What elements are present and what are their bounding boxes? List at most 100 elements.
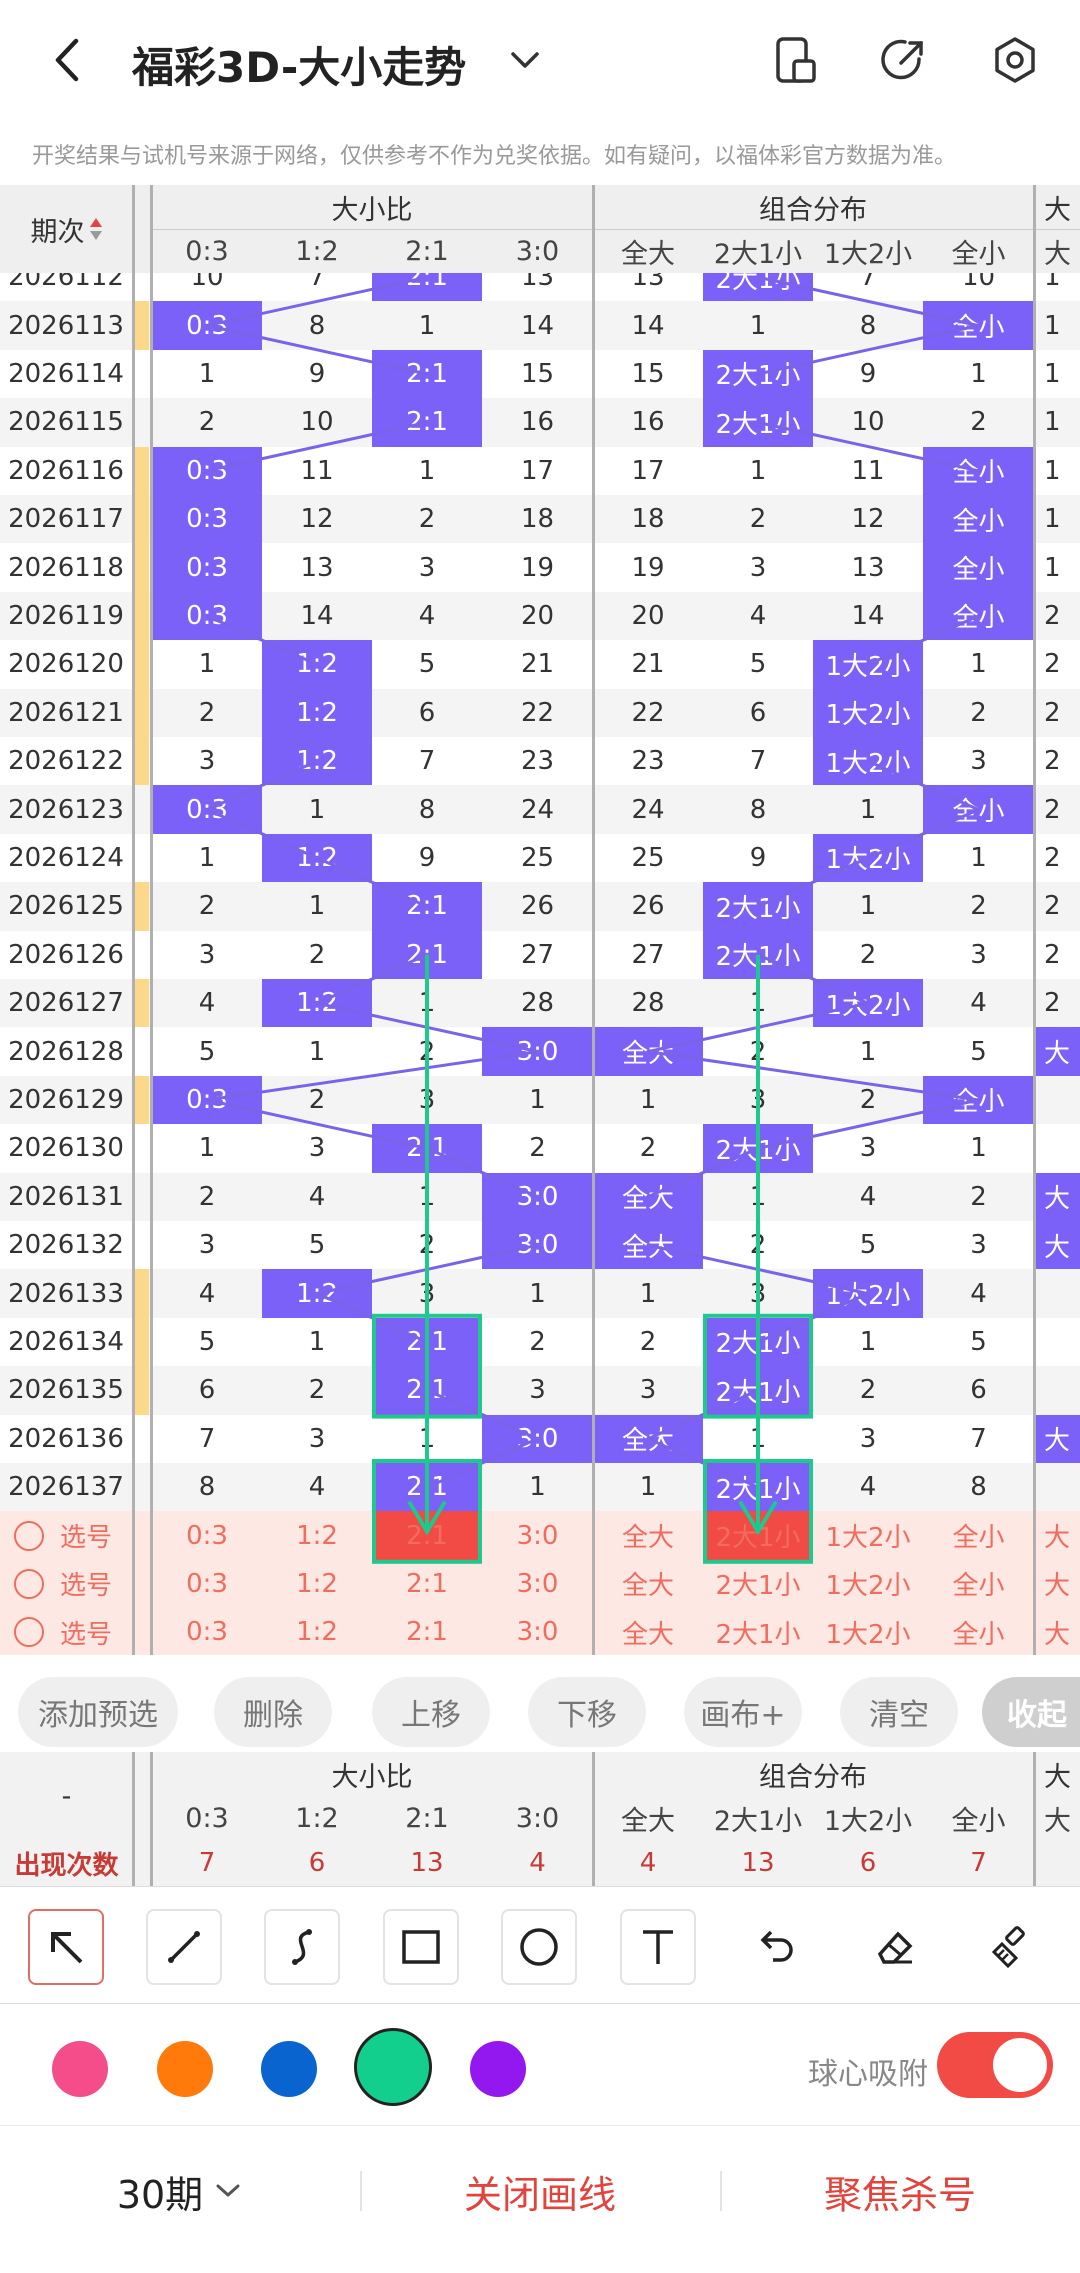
collapse-button[interactable]: 收起 <box>982 1677 1080 1747</box>
miss-count-cell[interactable]: 2 <box>593 1318 703 1366</box>
miss-count-cell[interactable]: 5 <box>262 1221 372 1269</box>
period-select[interactable]: 30期 <box>80 2126 280 2256</box>
miss-count-cell[interactable]: 1 <box>813 882 923 930</box>
miss-count-cell[interactable]: 1 <box>372 1415 482 1463</box>
hit-cell[interactable]: 2:1 <box>372 882 482 931</box>
miss-count-cell[interactable]: 27 <box>593 931 703 979</box>
miss-count-cell[interactable]: 3 <box>703 1076 813 1124</box>
hit-cell[interactable]: 3:0 <box>482 1027 593 1076</box>
pick-option-cell[interactable]: 1大2小 <box>813 1560 923 1608</box>
miss-count-cell[interactable]: 1 <box>262 882 372 930</box>
hit-cell[interactable]: 2大1小 <box>703 1366 813 1415</box>
miss-count-cell[interactable]: 2 <box>703 1221 813 1269</box>
miss-count-cell[interactable]: 7 <box>813 273 923 301</box>
miss-count-cell[interactable]: 15 <box>593 350 703 398</box>
miss-count-cell[interactable]: 13 <box>593 273 703 301</box>
hit-cell[interactable]: 1:2 <box>262 640 372 689</box>
miss-count-cell[interactable] <box>1034 1318 1080 1366</box>
miss-count-cell[interactable]: 7 <box>372 737 482 785</box>
miss-count-cell[interactable]: 27 <box>482 931 593 979</box>
miss-count-cell[interactable]: 2 <box>1034 979 1080 1027</box>
trend-chart[interactable]: 期次 大小比 组合分布 大 0:3 1:2 2:1 3:0 全大 2大1小 1大2小 全小大 … <box>0 185 1080 1655</box>
color-swatch[interactable] <box>52 2041 108 2097</box>
miss-count-cell[interactable]: 3 <box>152 1221 262 1269</box>
miss-count-cell[interactable]: 3 <box>593 1366 703 1414</box>
color-swatch[interactable] <box>354 2028 432 2106</box>
miss-count-cell[interactable]: 2 <box>923 882 1034 930</box>
miss-count-cell[interactable]: 19 <box>482 543 593 591</box>
move-down-button[interactable]: 下移 <box>528 1677 646 1747</box>
miss-count-cell[interactable]: 1 <box>1034 495 1080 543</box>
hit-cell[interactable]: 1:2 <box>262 833 372 883</box>
radio-circle-icon[interactable] <box>14 1568 44 1599</box>
miss-count-cell[interactable]: 1 <box>923 640 1034 688</box>
miss-count-cell[interactable]: 3 <box>262 1124 372 1172</box>
miss-count-cell[interactable]: 16 <box>593 398 703 446</box>
miss-count-cell[interactable]: 1 <box>703 301 813 349</box>
miss-count-cell[interactable]: 2 <box>152 882 262 930</box>
miss-count-cell[interactable]: 4 <box>923 1269 1034 1317</box>
hit-cell[interactable]: 0:3 <box>152 495 262 544</box>
pick-option-cell[interactable]: 全小 <box>923 1608 1034 1655</box>
miss-count-cell[interactable]: 2 <box>1034 882 1080 930</box>
miss-count-cell[interactable]: 3 <box>152 931 262 979</box>
brush-clear-icon[interactable] <box>975 1909 1051 1985</box>
pick-option-cell[interactable]: 3:0 <box>482 1608 593 1655</box>
miss-count-cell[interactable]: 25 <box>482 834 593 882</box>
miss-count-cell[interactable]: 2 <box>482 1124 593 1172</box>
miss-count-cell[interactable]: 13 <box>813 543 923 591</box>
miss-count-cell[interactable]: 2 <box>262 1366 372 1414</box>
miss-count-cell[interactable]: 6 <box>923 1366 1034 1414</box>
hit-cell[interactable]: 1:2 <box>262 737 372 786</box>
miss-count-cell[interactable]: 2 <box>813 931 923 979</box>
close-lines-button[interactable]: 关闭画线 <box>400 2126 680 2256</box>
hit-cell[interactable]: 全大 <box>593 1172 703 1221</box>
hit-cell[interactable]: 全小 <box>923 495 1034 544</box>
miss-count-cell[interactable]: 9 <box>262 350 372 398</box>
miss-count-cell[interactable]: 4 <box>372 592 482 640</box>
hit-cell[interactable]: 0:3 <box>152 446 262 495</box>
miss-count-cell[interactable]: 2 <box>1034 689 1080 737</box>
hit-cell[interactable]: 2:1 <box>372 273 482 302</box>
miss-count-cell[interactable]: 1 <box>1034 543 1080 591</box>
line-tool-icon[interactable] <box>146 1909 222 1985</box>
page-title[interactable]: 福彩3D-大小走势 <box>132 34 466 95</box>
miss-count-cell[interactable]: 1 <box>372 447 482 495</box>
miss-count-cell[interactable]: 4 <box>923 979 1034 1027</box>
hit-cell[interactable]: 2大1小 <box>703 930 813 979</box>
miss-count-cell[interactable]: 15 <box>482 350 593 398</box>
hit-cell[interactable]: 2大1小 <box>703 1463 813 1512</box>
chevron-down-icon[interactable] <box>495 30 555 90</box>
miss-count-cell[interactable]: 3 <box>372 1076 482 1124</box>
pick-option-cell[interactable]: 0:3 <box>152 1560 262 1608</box>
miss-count-cell[interactable]: 16 <box>482 398 593 446</box>
hit-cell[interactable]: 1大2小 <box>813 688 923 737</box>
hit-cell[interactable]: 0:3 <box>152 1075 262 1125</box>
pick-option-cell[interactable]: 大 <box>1034 1511 1080 1559</box>
hit-cell[interactable]: 2:1 <box>372 1317 482 1367</box>
pick-option-cell[interactable]: 2:1 <box>372 1560 482 1608</box>
miss-count-cell[interactable]: 1 <box>703 1173 813 1221</box>
hit-cell[interactable]: 3:0 <box>482 1414 593 1463</box>
miss-count-cell[interactable]: 1 <box>813 1027 923 1075</box>
miss-count-cell[interactable]: 3 <box>152 737 262 785</box>
hit-cell[interactable]: 1大2小 <box>813 1269 923 1318</box>
hit-cell[interactable]: 0:3 <box>152 543 262 592</box>
pick-option-cell[interactable]: 全大 <box>593 1560 703 1608</box>
miss-count-cell[interactable]: 2 <box>1034 785 1080 833</box>
miss-count-cell[interactable]: 1 <box>923 1124 1034 1172</box>
back-icon[interactable] <box>36 30 96 90</box>
miss-count-cell[interactable]: 1 <box>1034 273 1080 301</box>
radio-circle-icon[interactable] <box>14 1520 44 1551</box>
miss-count-cell[interactable]: 21 <box>593 640 703 688</box>
miss-count-cell[interactable]: 26 <box>482 882 593 930</box>
miss-count-cell[interactable]: 1 <box>813 1318 923 1366</box>
miss-count-cell[interactable]: 17 <box>593 447 703 495</box>
hit-cell[interactable]: 1大2小 <box>813 737 923 786</box>
miss-count-cell[interactable]: 11 <box>262 447 372 495</box>
hit-cell[interactable]: 1:2 <box>262 688 372 737</box>
miss-count-cell[interactable]: 19 <box>593 543 703 591</box>
miss-count-cell[interactable]: 2 <box>703 1027 813 1075</box>
miss-count-cell[interactable]: 1 <box>1034 447 1080 495</box>
hit-cell[interactable]: 1大2小 <box>813 833 923 883</box>
